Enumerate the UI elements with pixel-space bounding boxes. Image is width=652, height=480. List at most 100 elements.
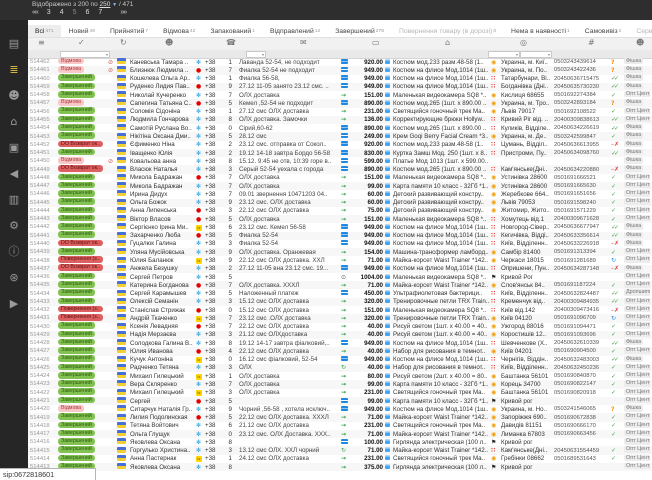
table-row[interactable]: 514427ЗавершенийЮлия Иванова●+38422.12 с… (28, 347, 652, 355)
table-row[interactable]: 514438Повернення (з..Юлия Баланюкlc+3892… (28, 256, 652, 264)
tab-Нема в наявності[interactable]: Нема в наявності1 (504, 25, 577, 38)
orders-icon[interactable]: ≣ (0, 56, 28, 82)
phone-column-icon[interactable]: ☎ (226, 38, 236, 47)
table-row[interactable]: 514449DO Возврат ок..Власюк Наталья✻+383… (28, 165, 652, 173)
table-row[interactable]: 514446ЗавершенийИрина Дидух✻+38709.01 зв… (28, 190, 652, 198)
tab-Відправлений[interactable]: Відправлений12 (263, 25, 327, 38)
table-row[interactable]: 514456ЗавершенийСоломія Сідоніна✻+38127.… (28, 108, 652, 116)
page-number-button[interactable]: 4 (60, 9, 64, 16)
table-row[interactable]: 514430ЗавершенийКсенія Левадняя●+38722.1… (28, 323, 652, 331)
table-row[interactable]: 514455ЗавершенийЛюдмила Гончарова✻+388ОЛ… (28, 116, 652, 124)
first-page-button[interactable]: «« (32, 9, 38, 16)
table-row[interactable]: 514431Повернення (з..Андрій Ткаченкоlc+3… (28, 314, 652, 322)
reports-icon[interactable]: ▥ (0, 186, 28, 212)
status-column-icon[interactable]: ✓ (78, 38, 85, 47)
settings-icon[interactable]: ⚙ (0, 212, 28, 238)
table-row[interactable]: 514433ЗавершенийОлексій Семанін✻+38315.1… (28, 298, 652, 306)
tab-Запакований[interactable]: Запакований1 (203, 25, 262, 38)
table-row[interactable]: 514418ЗавершенийТетяна Войтович✻+38621.1… (28, 422, 652, 430)
filter-select[interactable]: ▾ (488, 51, 520, 58)
page-number-button[interactable]: 5 (73, 9, 77, 16)
table-row[interactable]: 514421ЗавершенийСергей●+38599.00Карта па… (28, 397, 652, 405)
table-row[interactable]: 514453ЗавершенийНікітіна Оксана Дми..✻+3… (28, 132, 652, 140)
manager-column-icon[interactable]: ☻ (636, 38, 644, 47)
tab-Відмова[interactable]: Відмова42 (156, 25, 202, 38)
table-row[interactable]: 514424ЗавершенийМихаил Гилецькийlc+381ОЛ… (28, 372, 652, 380)
tab-Сервіси[interactable]: Сервіси0 (629, 25, 652, 38)
page-number-button[interactable]: 7 (98, 9, 102, 16)
video-icon[interactable]: ▶ (0, 290, 28, 316)
table-row[interactable]: 514415ЗавершенийГоргулько Христина..✻+38… (28, 446, 652, 454)
table-row[interactable]: 514425ЗавершенийРадченко Тетяна✻+383ОЛХ↻… (28, 364, 652, 372)
table-row[interactable]: 514454ЗавершенийСамотій Руслана Во..✻+38… (28, 124, 652, 132)
last-page-button[interactable]: »» (120, 9, 126, 16)
comment-column-icon[interactable]: ✉ (300, 38, 307, 47)
tab-Завершений[interactable]: Завершений278 (328, 25, 391, 38)
filter-select[interactable]: ▾ (60, 51, 110, 58)
table-row[interactable]: 514447ЗавершенийМикола Бадражан✻+387ОЛХ … (28, 182, 652, 190)
tracking-column-icon[interactable]: # (588, 38, 595, 47)
table-row[interactable]: 514443ЗавершенийВіктор Власов●+385ОЛХ до… (28, 215, 652, 223)
dashboard-icon[interactable]: ▤ (0, 30, 28, 56)
tab-Прийнятий[interactable]: Прийнятий7 (103, 25, 155, 38)
tab-Самовивіз[interactable]: Самовивіз2 (578, 25, 629, 38)
client-name: Яковлева Оксана (130, 464, 196, 471)
table-row[interactable]: 514420ВідмоваСитарчук Наталія Гр..✻+389Ч… (28, 405, 652, 413)
integrations-icon[interactable]: ⊛ (0, 264, 28, 290)
table-row[interactable]: 514445ЗавершенийОльга Божок✻+38923.12 см… (28, 199, 652, 207)
table-row[interactable]: 514436ЗавершенийСергей Петров✻+385⊙1004.… (28, 273, 652, 281)
delivery-column-icon[interactable]: ◎ (520, 38, 527, 47)
delivery-icon-cell: ∷ (491, 216, 501, 223)
table-row[interactable]: 514416ЗавершенийЯковлева Оксана✻+388100.… (28, 438, 652, 446)
table-row[interactable]: 514444ЗавершенийАнна Липенська●+38322.12… (28, 207, 652, 215)
table-row[interactable]: 514426ЗавершенийКучук Антонінаlc+38016.1… (28, 356, 652, 364)
table-row[interactable]: 514440DO Возврат ок..Гуцалюк Галина✻+383… (28, 240, 652, 248)
table-row[interactable]: 514450Відмова⊘Ковальова анна✻+38815.12. … (28, 157, 652, 165)
table-row[interactable]: 514413ЗавершенийЯковлева Оксана✻+388→375… (28, 463, 652, 471)
table-row[interactable]: 514448ЗавершенийМикола Бадражан●+387ОЛХ … (28, 174, 652, 182)
table-row[interactable]: 514432Повернення (з..Станіслав Стрижак●+… (28, 306, 652, 314)
purchases-icon[interactable]: ▣ (0, 134, 28, 160)
table-row[interactable]: 514439ЗавершенийУляна Мусійовська✻+389ОЛ… (28, 248, 652, 256)
payment-column-icon[interactable]: ▭ (372, 38, 380, 47)
operator-column-icon[interactable]: ↻ (120, 38, 127, 47)
table-row[interactable]: 514434ЗавершенийСергей Карамышев✻+385Нал… (28, 289, 652, 297)
marketing-icon[interactable]: ◀ (0, 160, 28, 186)
table-row[interactable]: 514441ЗавершенийЗахарченко Люба●+385Фиал… (28, 232, 652, 240)
filter-select[interactable]: ▾ (246, 51, 266, 58)
tab-Всі[interactable]: Всі471 (28, 25, 61, 38)
table-row[interactable]: 514422ЗавершенийМихаил Гилецькийlc+383ОЛ… (28, 389, 652, 397)
table-row[interactable]: 514437DO Возврат ок..Анжела Безушку✻+382… (28, 265, 652, 273)
table-row[interactable]: 514462Відмова⊘Каневська Тамара ..✻+381Ла… (28, 58, 652, 66)
info-icon[interactable]: ⓘ (0, 238, 28, 264)
table-row[interactable]: 514452DO Возврат ок..Єфименко Ніна✻+3822… (28, 141, 652, 149)
page-size-dropdown[interactable]: 250 ▼ (100, 1, 118, 8)
id-column-icon[interactable]: ≡ (38, 38, 45, 47)
table-row[interactable]: 514417ЗавершенийОльга Глущук✻+38023.12 с… (28, 430, 652, 438)
table-row[interactable]: 514419ЗавершенийЛилия Подолинская●+38522… (28, 413, 652, 421)
manager-comment: 21.12 смс ОЛХ доставка (239, 422, 341, 429)
table-row[interactable]: 514428ЗавершенийСолодкова Галина В..✻+38… (28, 339, 652, 347)
tab-Новий[interactable]: Новий48 (62, 25, 102, 38)
kyivstar-icon: ✻ (196, 422, 201, 429)
client-name-column-icon[interactable]: ☻ (165, 38, 173, 47)
table-row[interactable]: 514459ЗавершенийРуденко Лидия Пав..●+389… (28, 83, 652, 91)
table-row[interactable]: 514460ЗавершенийКошелева Ольга Ар..✻+381… (28, 75, 652, 83)
table-row[interactable]: 514461Відмова⊘Близнюк Людмила ..●+387Фиа… (28, 66, 652, 74)
table-row[interactable]: 514458ЗавершенийНиколай Кучеренко✻+387ОЛ… (28, 91, 652, 99)
clients-icon[interactable]: ☻ (0, 82, 28, 108)
table-row[interactable]: 514435ЗавершенийКатерина Богданова●+387О… (28, 281, 652, 289)
table-row[interactable]: 514442ЗавершенийСергієнко Ірина Ми..lc+3… (28, 223, 652, 231)
table-row[interactable]: 514423ЗавершенийВера Скляренко✻+387ОЛХ д… (28, 380, 652, 388)
warehouse-icon[interactable]: ⌂ (0, 108, 28, 134)
page-number-button[interactable]: 6 (86, 9, 90, 16)
table-row[interactable]: 514457ВідмоваСапегина Татьяна С..●+385Ке… (28, 99, 652, 107)
table-row[interactable]: 514414ЗавершенийАнна Пастернакlc+38124.1… (28, 455, 652, 463)
tab-Повернення товару (в дорозі)[interactable]: Повернення товару (в дорозі)0 (392, 25, 503, 38)
filter-select[interactable]: ▾ (520, 51, 552, 58)
product-column-icon[interactable]: ⌂ (445, 38, 450, 47)
table-row[interactable]: 514451ЗавершенийІващенко Юлія✻+38219.12 … (28, 149, 652, 157)
page-number-button[interactable]: 3 (47, 9, 51, 16)
table-row[interactable]: 514429ЗавершенийНадія Мерзаєва✻+38321.12… (28, 331, 652, 339)
phone-suffix: 1 (229, 108, 232, 115)
